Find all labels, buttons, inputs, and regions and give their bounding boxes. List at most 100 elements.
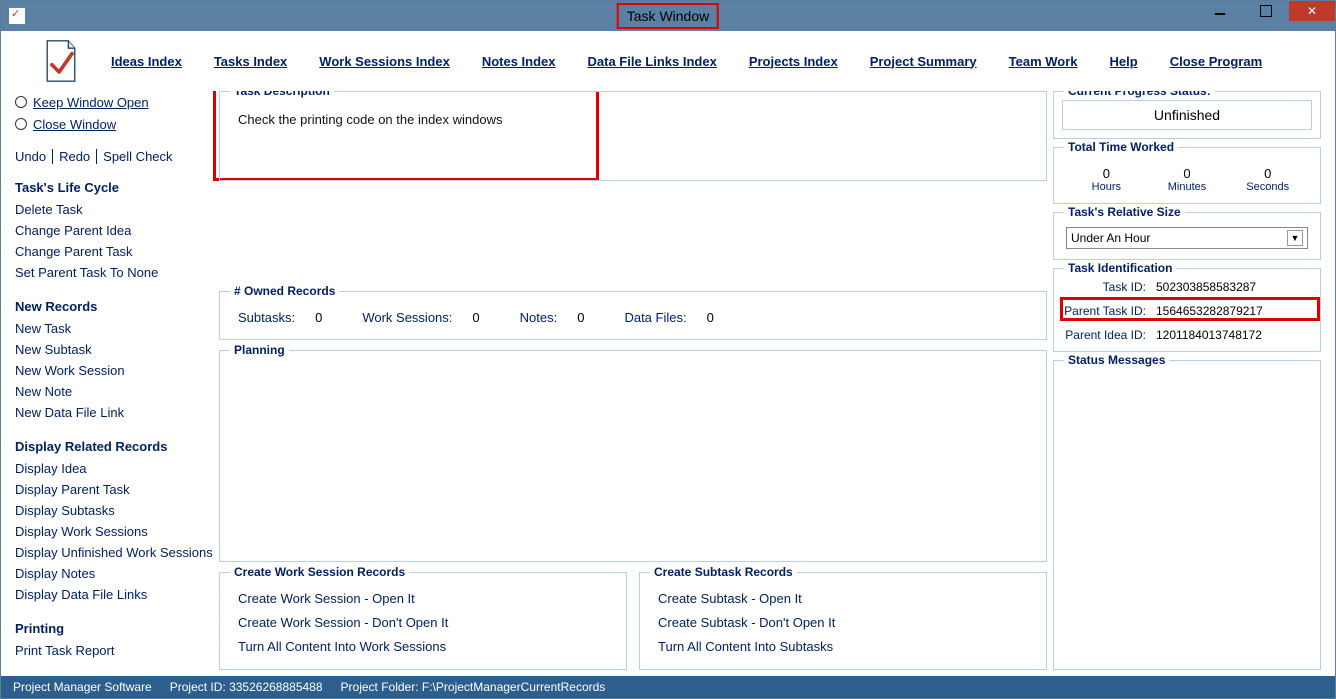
time-worked-title: Total Time Worked xyxy=(1064,140,1178,154)
menu-tasks[interactable]: Tasks Index xyxy=(214,54,287,69)
keep-window-open-label: Keep Window Open xyxy=(33,95,149,110)
menu-ideas[interactable]: Ideas Index xyxy=(111,54,182,69)
right-column: Current Progress Status: Unfinished Tota… xyxy=(1053,91,1321,670)
new-note-link[interactable]: New Note xyxy=(15,381,213,402)
minutes-value: 0 xyxy=(1147,166,1228,181)
menu-work-sessions[interactable]: Work Sessions Index xyxy=(319,54,450,69)
menu-projects[interactable]: Projects Index xyxy=(749,54,838,69)
topbar: Ideas Index Tasks Index Work Sessions In… xyxy=(1,31,1335,91)
display-unfinished-ws-link[interactable]: Display Unfinished Work Sessions xyxy=(15,542,213,563)
printing-header: Printing xyxy=(15,621,213,636)
turn-content-subtasks-link[interactable]: Turn All Content Into Subtasks xyxy=(652,635,1034,659)
maximize-button[interactable] xyxy=(1243,1,1289,21)
status-title: Current Progress Status: xyxy=(1064,91,1215,98)
left-column: Keep Window Open Close Window Undo Redo … xyxy=(15,91,213,670)
parent-idea-id-label: Parent Idea ID: xyxy=(1060,323,1156,347)
status-project-id: Project ID: 33526268885488 xyxy=(170,680,323,694)
status-value: Unfinished xyxy=(1062,100,1312,130)
time-row: 0Hours 0Minutes 0Seconds xyxy=(1066,166,1308,193)
display-parent-task-link[interactable]: Display Parent Task xyxy=(15,479,213,500)
task-id-value: 502303858583287 xyxy=(1156,275,1256,299)
close-window-label: Close Window xyxy=(33,117,116,132)
create-subtask-open-link[interactable]: Create Subtask - Open It xyxy=(652,587,1034,611)
planning-title: Planning xyxy=(230,343,289,357)
new-datafile-link[interactable]: New Data File Link xyxy=(15,402,213,423)
new-worksession-link[interactable]: New Work Session xyxy=(15,360,213,381)
newrecords-header: New Records xyxy=(15,299,213,314)
identification-title: Task Identification xyxy=(1064,261,1176,275)
task-id-row: Task ID:502303858583287 xyxy=(1058,275,1316,299)
relative-size-title: Task's Relative Size xyxy=(1064,205,1185,219)
window-title: Task Window xyxy=(617,3,719,29)
menubar: Ideas Index Tasks Index Work Sessions In… xyxy=(111,54,1262,69)
parent-task-none-link[interactable]: Set Parent Task To None xyxy=(15,262,213,283)
close-button[interactable] xyxy=(1289,1,1335,21)
status-messages-group: Status Messages xyxy=(1053,360,1321,670)
display-datafiles-link[interactable]: Display Data File Links xyxy=(15,584,213,605)
notes-label: Notes: xyxy=(520,310,558,325)
radio-icon xyxy=(15,96,27,108)
parent-task-id-label: Parent Task ID: xyxy=(1060,299,1156,323)
display-notes-link[interactable]: Display Notes xyxy=(15,563,213,584)
owned-records-group: # Owned Records Subtasks:0 Work Sessions… xyxy=(219,291,1047,340)
app-small-icon xyxy=(9,8,25,24)
create-subtask-noopen-link[interactable]: Create Subtask - Don't Open It xyxy=(652,611,1034,635)
identification-group: Task Identification Task ID:502303858583… xyxy=(1053,268,1321,352)
keep-window-open-row[interactable]: Keep Window Open xyxy=(15,91,213,113)
body: Keep Window Open Close Window Undo Redo … xyxy=(1,91,1335,676)
content: Ideas Index Tasks Index Work Sessions In… xyxy=(1,31,1335,698)
radio-icon xyxy=(15,118,27,130)
status-project-folder: Project Folder: F:\ProjectManagerCurrent… xyxy=(341,680,606,694)
relative-size-select[interactable]: Under An Hour ▼ xyxy=(1066,227,1308,249)
menu-data-files[interactable]: Data File Links Index xyxy=(588,54,717,69)
parent-task-id-row: Parent Task ID:1564653282879217 xyxy=(1058,299,1316,323)
change-parent-idea-link[interactable]: Change Parent Idea xyxy=(15,220,213,241)
seconds-value: 0 xyxy=(1227,166,1308,181)
edit-tools: Undo Redo Spell Check xyxy=(15,149,213,164)
turn-content-ws-link[interactable]: Turn All Content Into Work Sessions xyxy=(232,635,614,659)
spellcheck-link[interactable]: Spell Check xyxy=(97,149,178,164)
close-window-row[interactable]: Close Window xyxy=(15,113,213,135)
display-worksessions-link[interactable]: Display Work Sessions xyxy=(15,521,213,542)
task-description-title: Task Description xyxy=(230,91,334,98)
statusbar: Project Manager Software Project ID: 335… xyxy=(1,676,1335,698)
relative-size-value: Under An Hour xyxy=(1071,231,1150,245)
parent-idea-id-value: 1201184013748172 xyxy=(1156,323,1262,347)
window: Task Window Ideas Index Tasks Index Work… xyxy=(0,0,1336,699)
app-logo-icon xyxy=(41,39,81,84)
create-ws-noopen-link[interactable]: Create Work Session - Don't Open It xyxy=(232,611,614,635)
undo-link[interactable]: Undo xyxy=(15,149,53,164)
display-subtasks-link[interactable]: Display Subtasks xyxy=(15,500,213,521)
menu-close-program[interactable]: Close Program xyxy=(1170,54,1262,69)
task-id-label: Task ID: xyxy=(1060,275,1156,299)
window-controls xyxy=(1197,1,1335,21)
menu-notes[interactable]: Notes Index xyxy=(482,54,556,69)
new-task-link[interactable]: New Task xyxy=(15,318,213,339)
minimize-button[interactable] xyxy=(1197,1,1243,21)
display-idea-link[interactable]: Display Idea xyxy=(15,458,213,479)
worksessions-label: Work Sessions: xyxy=(362,310,452,325)
hours-label: Hours xyxy=(1066,181,1147,193)
task-description-text[interactable]: Check the printing code on the index win… xyxy=(232,106,1034,127)
delete-task-link[interactable]: Delete Task xyxy=(15,199,213,220)
create-subtask-title: Create Subtask Records xyxy=(650,565,797,579)
change-parent-task-link[interactable]: Change Parent Task xyxy=(15,241,213,262)
create-ws-open-link[interactable]: Create Work Session - Open It xyxy=(232,587,614,611)
datafiles-label: Data Files: xyxy=(624,310,686,325)
print-task-report-link[interactable]: Print Task Report xyxy=(15,640,213,661)
menu-help[interactable]: Help xyxy=(1110,54,1138,69)
time-worked-group: Total Time Worked 0Hours 0Minutes 0Secon… xyxy=(1053,147,1321,204)
menu-summary[interactable]: Project Summary xyxy=(870,54,977,69)
center-column: Task Description Check the printing code… xyxy=(219,91,1047,670)
subtasks-value: 0 xyxy=(315,310,322,325)
hours-value: 0 xyxy=(1066,166,1147,181)
new-subtask-link[interactable]: New Subtask xyxy=(15,339,213,360)
menu-team[interactable]: Team Work xyxy=(1009,54,1078,69)
task-description-wrap: Task Description Check the printing code… xyxy=(219,91,1047,181)
task-description-group: Task Description Check the printing code… xyxy=(219,91,1047,181)
seconds-label: Seconds xyxy=(1227,181,1308,193)
redo-link[interactable]: Redo xyxy=(53,149,97,164)
create-ws-title: Create Work Session Records xyxy=(230,565,409,579)
related-header: Display Related Records xyxy=(15,439,213,454)
create-records-row: Create Work Session Records Create Work … xyxy=(219,572,1047,670)
